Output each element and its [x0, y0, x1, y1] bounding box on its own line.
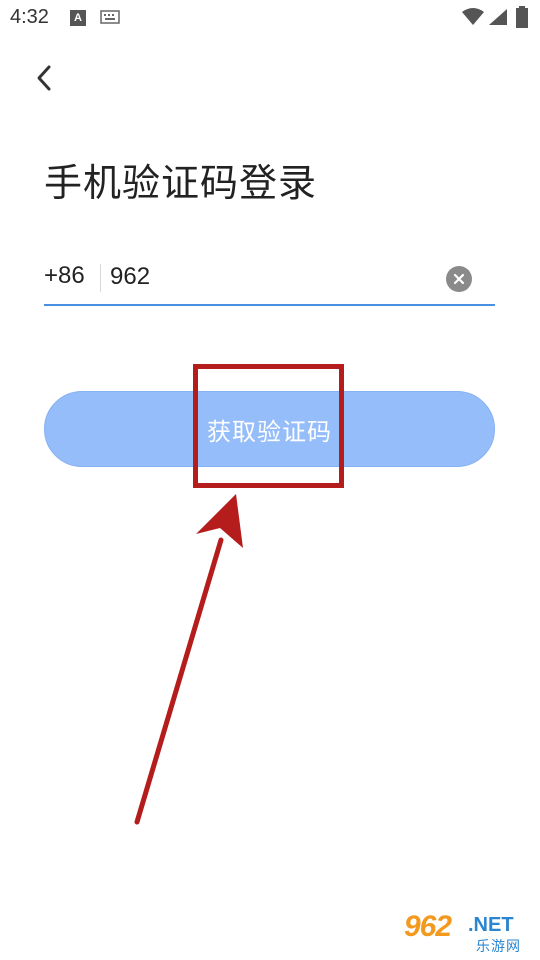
watermark-number: 962	[404, 910, 452, 943]
watermark-suffix: .NET	[468, 914, 514, 936]
watermark-cn-text: 乐游网	[476, 939, 521, 955]
annotation-arrow	[134, 494, 243, 825]
watermark-logo: 962 .NET 乐游网	[400, 910, 535, 956]
